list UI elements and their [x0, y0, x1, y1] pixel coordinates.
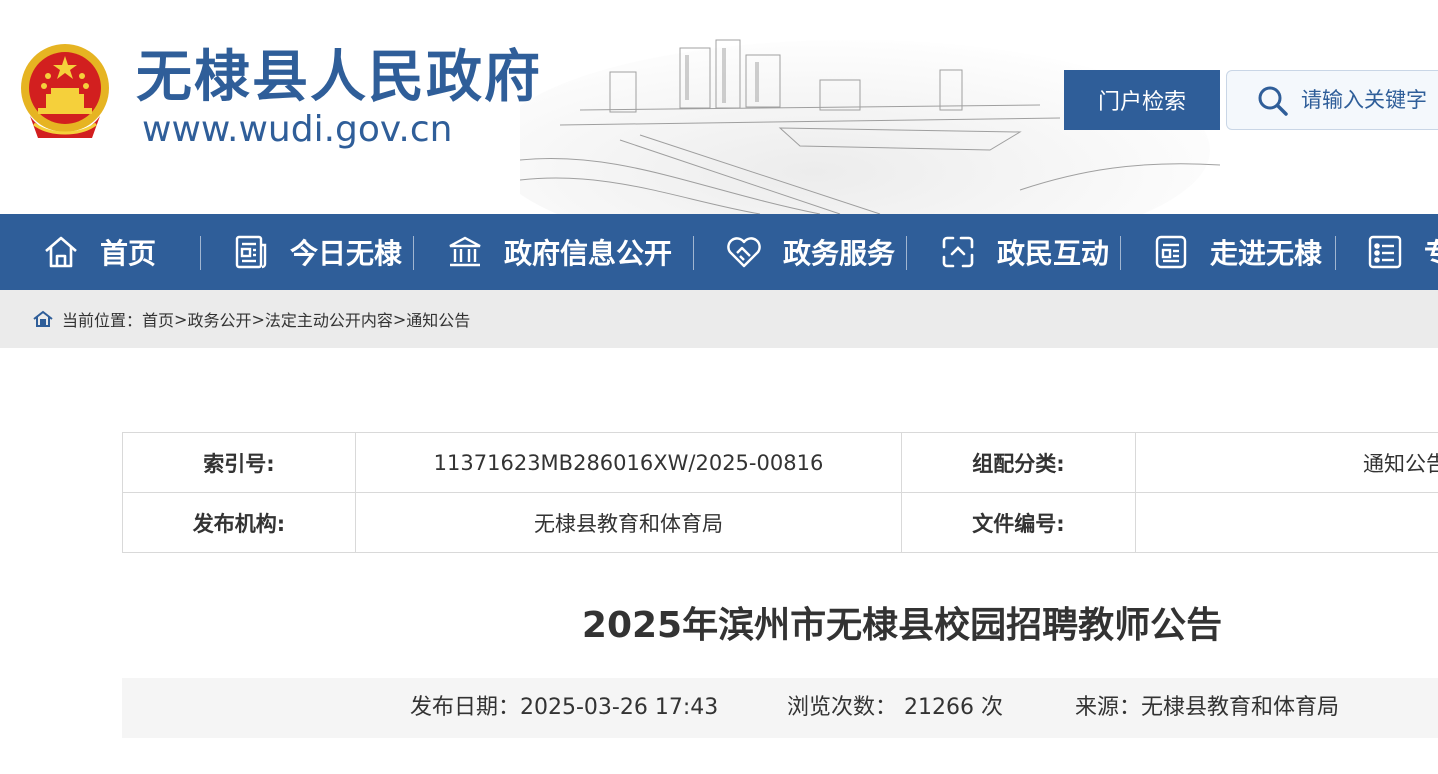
nav-item-interaction[interactable]: 政民互动 [939, 214, 1109, 290]
nav-item-label: 首页 [100, 237, 157, 270]
article-title: 2025年滨州市无棣县校园招聘教师公告 [581, 605, 1223, 646]
nav-item-home[interactable]: 首页 [42, 214, 156, 290]
doc-number-label: 文件编号: [901, 492, 1136, 553]
view-count: 浏览次数： 21266 次 [787, 695, 1003, 720]
publisher-value: 无棣县教育和体育局 [355, 492, 902, 553]
nav-divider [413, 236, 414, 270]
search-box [1226, 70, 1438, 130]
table-row: 索引号: 11371623MB286016XW/2025-00816 组配分类:… [122, 432, 1438, 493]
search-input[interactable] [1301, 81, 1438, 119]
breadcrumb-separator: > [174, 309, 188, 329]
nav-divider [1335, 236, 1336, 270]
nav-item-gov-info[interactable]: 政府信息公开 [446, 214, 672, 290]
category-value: 通知公告 [1135, 432, 1438, 493]
nav-divider [906, 236, 907, 270]
government-building-icon [449, 236, 481, 267]
nav-item-services[interactable]: 政务服务 [725, 214, 895, 290]
site-url: www.wudi.gov.cn [142, 109, 453, 150]
nav-item-label: 专 [1424, 232, 1438, 272]
breadcrumb-link-home[interactable]: 首页 [142, 307, 174, 331]
breadcrumb-separator: > [251, 309, 265, 329]
breadcrumb-link-notices[interactable]: 通知公告 [406, 307, 470, 331]
list-icon [1368, 235, 1402, 269]
site-header: 无棣县人民政府 www.wudi.gov.cn 门户检索 [0, 0, 1438, 214]
nav-item-label: 政务服务 [783, 237, 896, 270]
breadcrumb-link-statutory[interactable]: 法定主动公开内容 [265, 307, 393, 331]
nav-item-about[interactable]: 走进无棣 [1152, 214, 1322, 290]
nav-divider [1120, 236, 1121, 270]
home-icon [45, 236, 77, 268]
newspaper-icon [235, 235, 267, 269]
handshake-heart-icon [727, 237, 761, 268]
category-value-text: 通知公告 [1363, 451, 1438, 476]
article-meta-bar: 发布日期：2025-03-26 17:43 浏览次数： 21266 次 来源：无… [122, 678, 1438, 738]
nav-item-label: 走进无棣 [1210, 237, 1323, 270]
table-row: 发布机构: 无棣县教育和体育局 文件编号: [122, 492, 1438, 553]
breadcrumb-prefix: 当前位置： [62, 311, 143, 330]
nav-item-today[interactable]: 今日无棣 [232, 214, 402, 290]
publisher-label: 发布机构: [122, 492, 356, 553]
nav-item-label: 政府信息公开 [504, 237, 673, 270]
index-label: 索引号: [122, 432, 356, 493]
breadcrumb-separator: > [392, 309, 407, 329]
home-icon [33, 310, 53, 327]
document-icon [1155, 235, 1187, 269]
index-value: 11371623MB286016XW/2025-00816 [355, 432, 902, 493]
category-label: 组配分类: [901, 432, 1136, 493]
site-name: 无棣县人民政府 [136, 44, 542, 110]
breadcrumb: 当前位置： 首页 > 政务公开 > 法定主动公开内容 > 通知公告 [32, 307, 470, 331]
nav-item-label: 政民互动 [997, 237, 1110, 270]
portal-search-button[interactable]: 门户检索 [1064, 70, 1220, 130]
national-emblem-logo [21, 44, 109, 138]
breadcrumb-bar: 当前位置： 首页 > 政务公开 > 法定主动公开内容 > 通知公告 [0, 290, 1438, 348]
nav-item-topics[interactable]: 专 [1366, 214, 1438, 290]
nav-divider [200, 236, 201, 270]
interaction-icon [942, 236, 974, 268]
article-source: 来源：无棣县教育和体育局 [1075, 695, 1340, 720]
doc-number-value [1135, 492, 1438, 553]
breadcrumb-link-gov-affairs[interactable]: 政务公开 [187, 307, 251, 331]
main-nav: 首页 今日无棣 政府信息公开 政务服务 政民互动 走进无棣 [0, 214, 1438, 290]
nav-item-label: 今日无棣 [290, 237, 403, 270]
publish-date: 发布日期：2025-03-26 17:43 [410, 695, 719, 720]
document-info-table: 索引号: 11371623MB286016XW/2025-00816 组配分类:… [122, 432, 1438, 553]
search-icon [1258, 86, 1288, 116]
nav-divider [693, 236, 694, 270]
